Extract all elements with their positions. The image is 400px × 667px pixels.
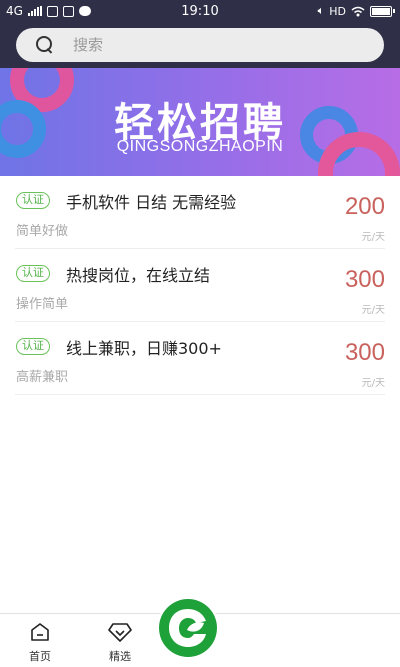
job-list-item[interactable]: 认证 线上兼职，日赚300+ 高薪兼职 300 元/天 [15, 322, 385, 395]
job-title: 手机软件 日结 无需经验 [66, 193, 237, 212]
job-description: 操作简单 [16, 297, 69, 312]
status-bar: 4G 19:10 🔈︎ HD [0, 0, 400, 24]
nav-item-home[interactable]: 首页 [10, 614, 70, 667]
app-logo-button[interactable] [157, 597, 219, 659]
job-description: 简单好做 [16, 224, 69, 239]
job-list-item[interactable]: 认证 热搜岗位，在线立结 操作简单 300 元/天 [15, 249, 385, 322]
job-price-unit: 元/天 [361, 378, 385, 389]
search-input[interactable] [73, 36, 353, 54]
job-price: 300 [344, 266, 385, 293]
battery-icon [370, 5, 395, 17]
hd-label: HD [329, 4, 346, 18]
job-price: 200 [344, 193, 385, 220]
search-box[interactable] [16, 28, 384, 62]
mute-icon: 🔈︎ [317, 4, 325, 17]
wifi-icon [351, 6, 365, 16]
job-price-unit: 元/天 [361, 232, 385, 243]
nav-label-featured: 精选 [109, 650, 131, 663]
job-price-unit: 元/天 [361, 305, 385, 316]
nav-item-featured[interactable]: 精选 [90, 614, 150, 667]
verified-badge: 认证 [16, 265, 50, 282]
job-title: 热搜岗位，在线立结 [66, 266, 211, 285]
home-icon [31, 623, 49, 641]
job-price: 300 [344, 339, 385, 366]
job-title: 线上兼职，日赚300+ [66, 339, 222, 358]
nav-label-home: 首页 [29, 650, 51, 663]
job-list-item[interactable]: 认证 手机软件 日结 无需经验 简单好做 200 元/天 [15, 176, 385, 249]
diamond-icon [108, 623, 132, 642]
search-icon[interactable] [35, 35, 55, 55]
verified-badge: 认证 [16, 338, 50, 355]
status-right: 🔈︎ HD [317, 4, 395, 18]
job-list: 认证 手机软件 日结 无需经验 简单好做 200 元/天 认证 热搜岗位，在线立… [0, 176, 400, 395]
verified-badge: 认证 [16, 192, 50, 209]
header-bar [0, 24, 400, 68]
leaf-logo-icon [159, 599, 217, 657]
promo-banner[interactable]: 轻松招聘 QINGSONGZHAOPIN [0, 68, 400, 176]
banner-subtitle: QINGSONGZHAOPIN [116, 138, 284, 155]
job-description: 高薪兼职 [16, 370, 69, 385]
